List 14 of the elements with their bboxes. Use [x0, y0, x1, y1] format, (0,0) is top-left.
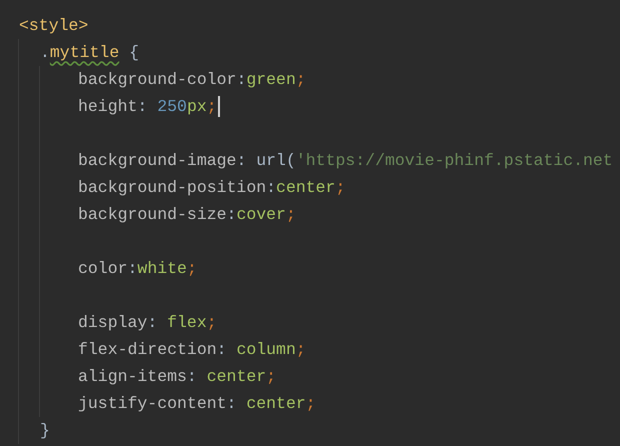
code-line: <style> [19, 14, 88, 36]
text-cursor [218, 96, 220, 117]
code-line: background-color:green; [78, 68, 306, 90]
code-line: color:white; [78, 258, 197, 280]
code-line: background-position:center; [78, 176, 346, 198]
code-line: .mytitle { [40, 42, 140, 64]
code-line: height: 250px; [78, 96, 217, 118]
code-line: display: flex; [78, 312, 217, 334]
code-line: justify-content: center; [78, 392, 316, 414]
code-line: } [40, 420, 50, 442]
code-line: background-image: url('https://movie-phinf.pstatic.net [78, 150, 613, 172]
code-line: flex-direction: column; [78, 338, 306, 360]
code-line: background-size:cover; [78, 204, 296, 226]
code-line: align-items: center; [78, 366, 276, 388]
